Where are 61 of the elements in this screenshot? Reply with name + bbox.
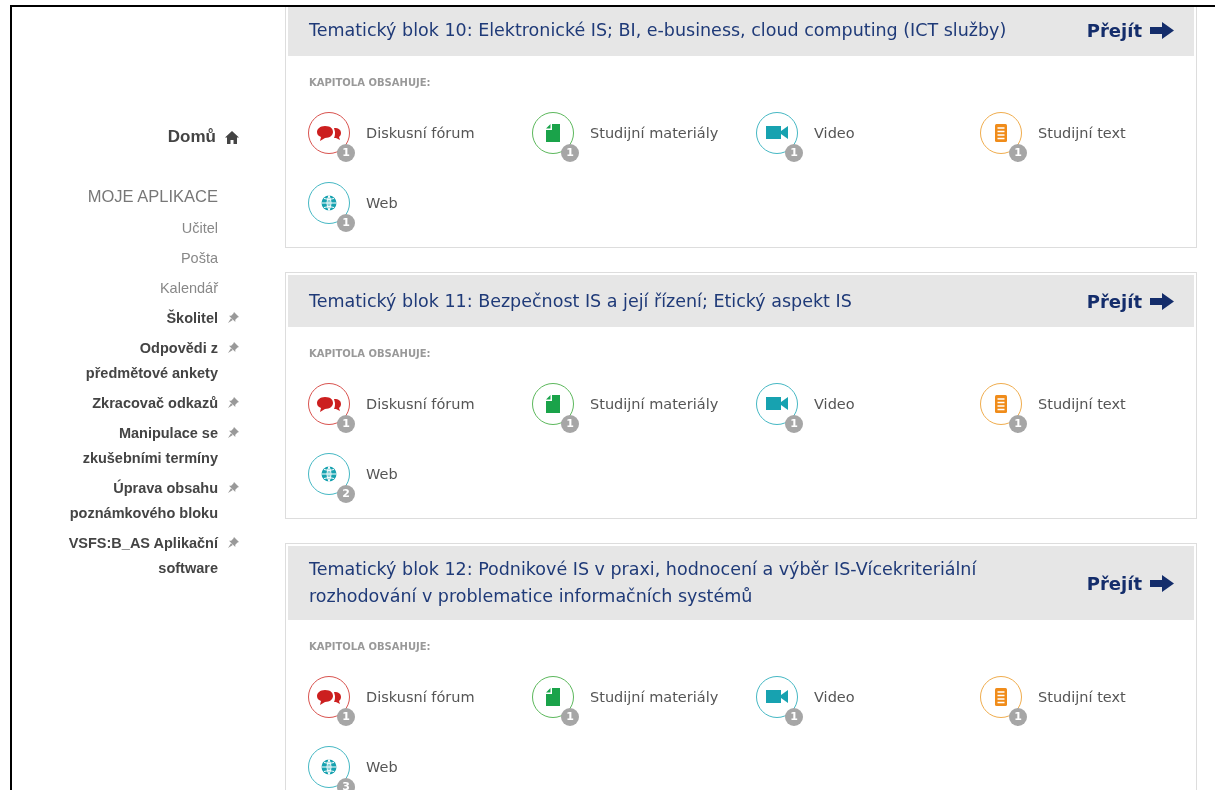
video-camera-icon [766, 124, 788, 141]
resource-link[interactable]: 3 Web [308, 742, 532, 790]
go-link[interactable]: Přejít [1086, 572, 1174, 594]
app-link[interactable]: Manipulace se zkušebními termíny [68, 421, 218, 471]
text-page-icon [995, 687, 1007, 706]
chapter-title[interactable]: Tematický blok 10: Elektronické IS; BI, e-business, cloud computing (ICT služby) [309, 16, 1007, 44]
video-camera-icon [766, 688, 788, 705]
globe-icon [321, 758, 337, 775]
count-badge: 1 [337, 707, 355, 726]
contents-label: KAPITOLA OBSAHUJE: [309, 77, 432, 88]
arrow-right-icon [1150, 21, 1174, 39]
pin-icon [228, 482, 239, 493]
arrow-right-icon [1150, 292, 1174, 310]
globe-icon [321, 465, 337, 482]
app-link[interactable]: Učitel [181, 216, 218, 241]
app-link[interactable]: Úprava obsahu poznámkového bloku [68, 476, 218, 526]
app-link[interactable]: Pošta [180, 246, 218, 271]
count-badge: 1 [337, 143, 355, 162]
app-link[interactable]: Školitel [166, 306, 218, 331]
text-page-icon [995, 394, 1007, 413]
home-link[interactable]: Domů [167, 127, 216, 147]
section-title: MOJE APLIKACE [87, 187, 218, 206]
count-badge: 1 [561, 707, 579, 726]
text-page-icon [995, 123, 1007, 142]
contents-label: KAPITOLA OBSAHUJE: [309, 348, 432, 359]
chapter-title[interactable]: Tematický blok 12: Podnikové IS v praxi, hodnocení a výběr IS-Vícekriteriální rozhodování v problematice informačních systémů [309, 556, 1009, 610]
pin-icon [228, 342, 239, 353]
document-icon [546, 123, 560, 142]
count-badge: 1 [337, 213, 355, 232]
app-link[interactable]: Kalendář [159, 276, 218, 301]
app-link[interactable]: Odpovědi z předmětové ankety [68, 336, 218, 386]
count-badge: 3 [337, 777, 355, 790]
chapter-title[interactable]: Tematický blok 11: Bezpečnost IS a její řízení; Etický aspekt IS [309, 287, 852, 315]
go-link[interactable]: Přejít [1086, 290, 1174, 312]
count-badge: 2 [337, 484, 355, 503]
go-link[interactable]: Přejít [1086, 19, 1174, 41]
video-camera-icon [766, 395, 788, 412]
contents-label: KAPITOLA OBSAHUJE: [309, 641, 432, 652]
count-badge: 1 [1009, 414, 1027, 433]
count-badge: 1 [785, 414, 803, 433]
speech-bubbles-icon [315, 687, 343, 706]
count-badge: 1 [561, 143, 579, 162]
document-icon [546, 394, 560, 413]
home-icon [225, 130, 239, 144]
count-badge: 1 [1009, 707, 1027, 726]
count-badge: 1 [561, 414, 579, 433]
count-badge: 1 [785, 143, 803, 162]
count-badge: 1 [785, 707, 803, 726]
speech-bubbles-icon [315, 123, 343, 142]
document-icon [546, 687, 560, 706]
app-link[interactable]: VSFS:B_AS Aplikační software [68, 531, 218, 581]
count-badge: 1 [337, 414, 355, 433]
arrow-right-icon [1150, 574, 1174, 592]
pin-icon [228, 397, 239, 408]
pin-icon [228, 427, 239, 438]
pin-icon [228, 312, 239, 323]
pin-icon [228, 537, 239, 548]
globe-icon [321, 194, 337, 211]
count-badge: 1 [1009, 143, 1027, 162]
app-link[interactable]: Zkracovač odkazů [92, 391, 218, 416]
speech-bubbles-icon [315, 394, 343, 413]
